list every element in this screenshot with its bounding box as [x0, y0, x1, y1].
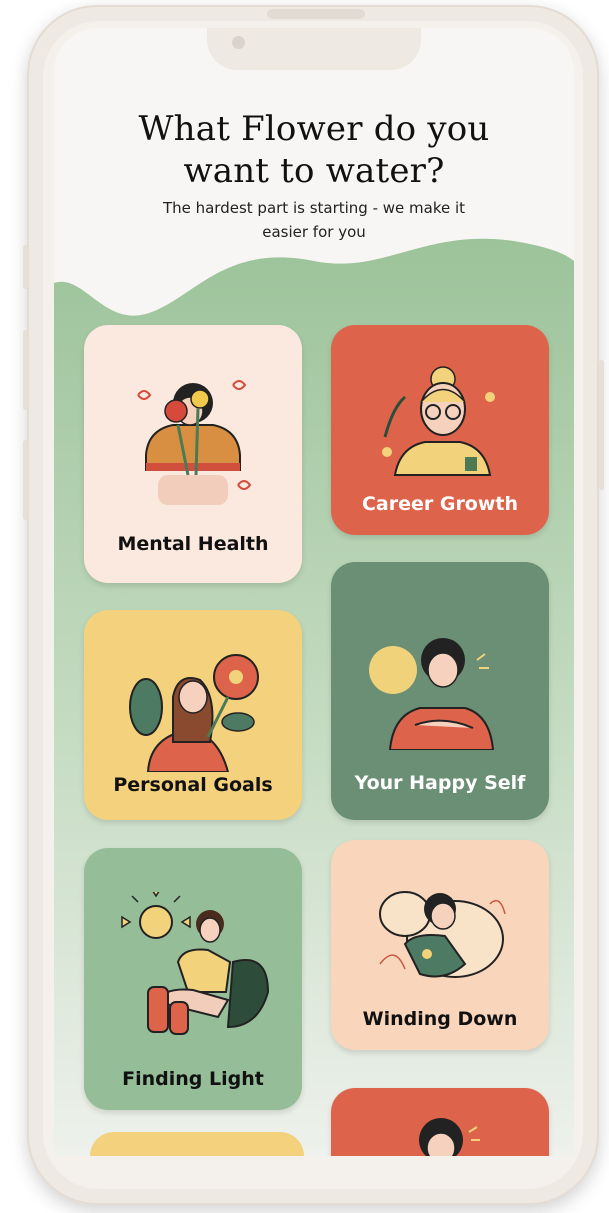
woman-hugging-self-illustration	[369, 638, 495, 750]
woman-in-sunshine-illustration	[121, 892, 270, 1035]
card-label: Personal Goals	[113, 774, 273, 796]
phone-speaker-slot	[267, 9, 365, 19]
category-card-finding-light[interactable]: Finding Light	[84, 848, 302, 1110]
page-title-line: What Flower do you	[138, 109, 490, 149]
category-card-winding-down[interactable]: Winding Down	[331, 840, 549, 1050]
woman-with-glasses-illustration	[382, 366, 495, 476]
category-card-your-happy-self[interactable]: Your Happy Self	[331, 562, 549, 820]
camera-icon	[232, 36, 245, 49]
category-card-personal-goals[interactable]: Personal Goals	[84, 610, 302, 820]
card-label: Career Growth	[361, 493, 519, 515]
category-card-mental-health[interactable]: Mental Health	[84, 325, 302, 583]
card-label: Finding Light	[122, 1068, 264, 1090]
card-label: Mental Health	[117, 533, 269, 555]
phone-side-button	[23, 330, 28, 410]
woman-holding-flowers-illustration	[137, 380, 252, 505]
card-label: Winding Down	[362, 1008, 518, 1030]
woman-partial-illustration	[419, 1118, 480, 1156]
category-card-career-growth[interactable]: Career Growth	[331, 325, 549, 535]
woman-resting-on-pillow-illustration	[379, 891, 506, 978]
app-screen: What Flower do you want to water? The ha…	[54, 28, 574, 1156]
phone-side-button	[23, 245, 28, 289]
page-subtitle-line: The hardest part is starting - we make i…	[162, 199, 466, 217]
category-card-partial[interactable]	[90, 1132, 304, 1156]
category-card-partial[interactable]	[331, 1088, 549, 1156]
page-title-line: want to water?	[183, 151, 445, 191]
phone-side-button	[599, 360, 604, 490]
card-label: Your Happy Self	[354, 772, 526, 794]
page-title: What Flower do you want to water?	[54, 108, 574, 192]
phone-notch	[207, 28, 421, 70]
phone-side-button	[23, 440, 28, 520]
woman-with-red-flower-illustration	[129, 654, 259, 772]
